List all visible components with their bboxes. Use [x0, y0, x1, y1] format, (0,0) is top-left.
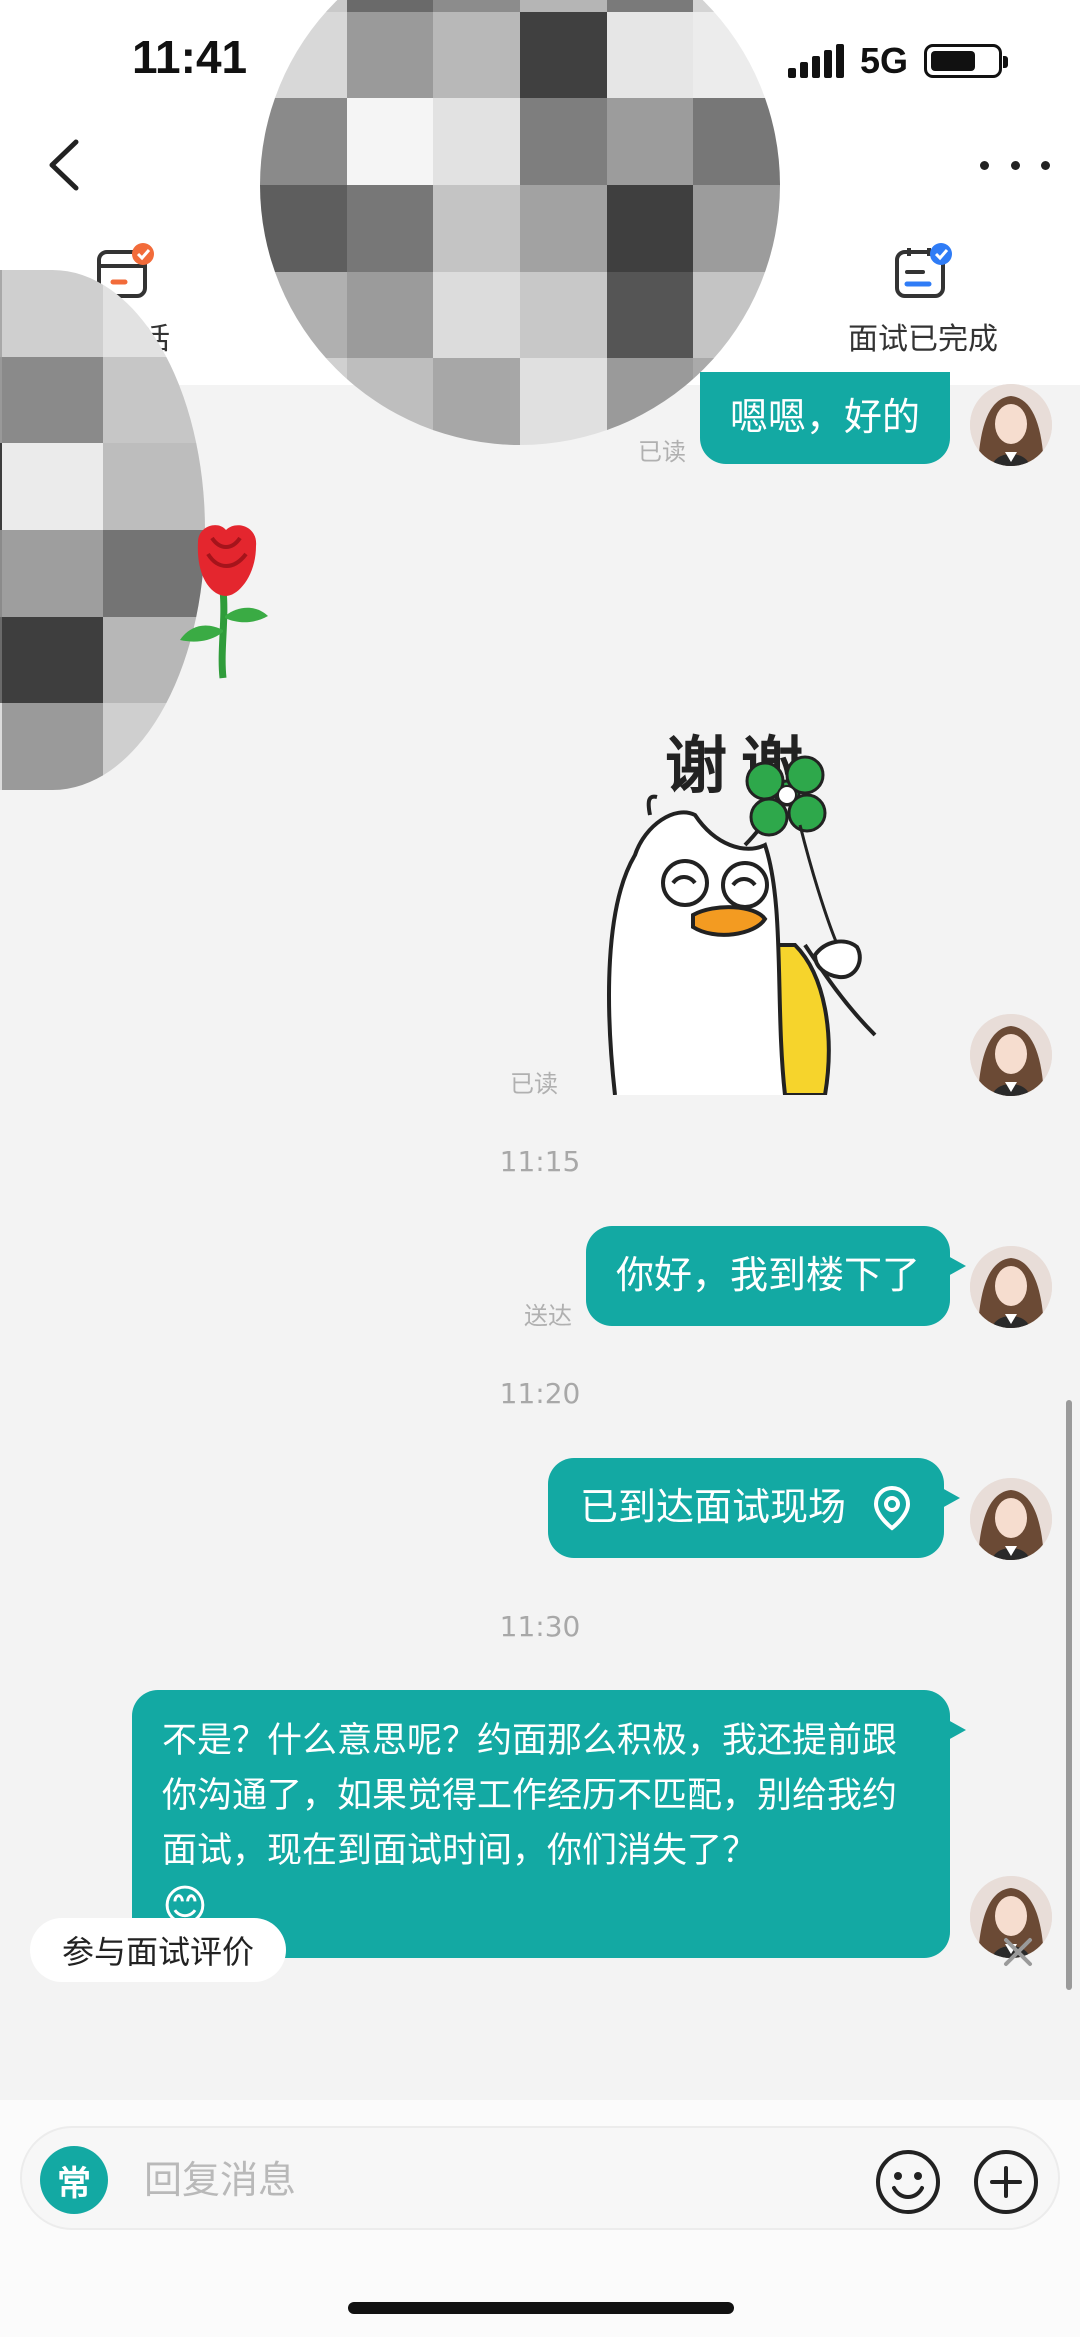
more-button[interactable]: [980, 140, 1050, 190]
home-indicator[interactable]: [348, 2302, 734, 2314]
avatar[interactable]: [970, 1246, 1052, 1328]
more-dots-icon: [980, 160, 989, 170]
message-bubble[interactable]: 嗯嗯，好的: [700, 372, 950, 464]
network-label: 5G: [859, 40, 908, 81]
interview-done-action[interactable]: 面试已完成: [838, 242, 1008, 358]
message-bubble[interactable]: 你好，我到楼下了: [586, 1226, 966, 1326]
close-button[interactable]: [994, 1928, 1042, 1976]
timestamp: 11:30: [499, 1610, 581, 1643]
message-text: 不是？什么意思呢？约面那么积极，我还提前跟你沟通了，如果觉得工作经历不匹配，别给…: [162, 1721, 898, 1871]
timestamp: 11:15: [499, 1145, 581, 1178]
smiley-icon: [876, 2150, 940, 2214]
interview-done-label: 面试已完成: [848, 322, 998, 357]
avatar[interactable]: [970, 384, 1052, 466]
location-message[interactable]: 已到达面试现场: [548, 1458, 960, 1558]
status-icons: 5G: [787, 40, 1008, 82]
delivered-status: 送达: [524, 1302, 572, 1330]
plus-circle-icon: [974, 2150, 1038, 2214]
close-icon: [1004, 1938, 1032, 1966]
quick-phrases-button[interactable]: 常: [40, 2146, 108, 2214]
more-actions-button[interactable]: [972, 2148, 1040, 2216]
read-status: 已读: [638, 438, 686, 466]
avatar[interactable]: [970, 1014, 1052, 1096]
chip-label: 参与面试评价: [62, 1933, 255, 1971]
emoji-button[interactable]: [874, 2148, 942, 2216]
read-status: 已读: [510, 1070, 558, 1098]
message-text: 嗯嗯，好的: [729, 395, 920, 440]
status-time: 11:41: [132, 31, 248, 83]
thanks-sticker[interactable]: 谢谢: [575, 705, 905, 1095]
signal-icon: [787, 44, 844, 78]
interview-done-icon: [893, 242, 953, 302]
scrollbar[interactable]: [1066, 1400, 1072, 1990]
message-text: 已到达面试现场: [580, 1485, 847, 1530]
interview-review-chip[interactable]: 参与面试评价: [30, 1918, 287, 1982]
reply-input[interactable]: [144, 2154, 744, 2206]
chevron-left-icon: [49, 139, 79, 191]
location-pin-icon: [873, 1485, 911, 1531]
avatar[interactable]: [970, 1478, 1052, 1560]
message-text: 你好，我到楼下了: [615, 1253, 920, 1298]
battery-icon: [924, 44, 1008, 78]
back-button[interactable]: [40, 130, 90, 200]
rose-emoji[interactable]: [168, 520, 278, 680]
timestamp: 11:20: [499, 1377, 581, 1410]
composer-bar: 常: [20, 2126, 1060, 2230]
